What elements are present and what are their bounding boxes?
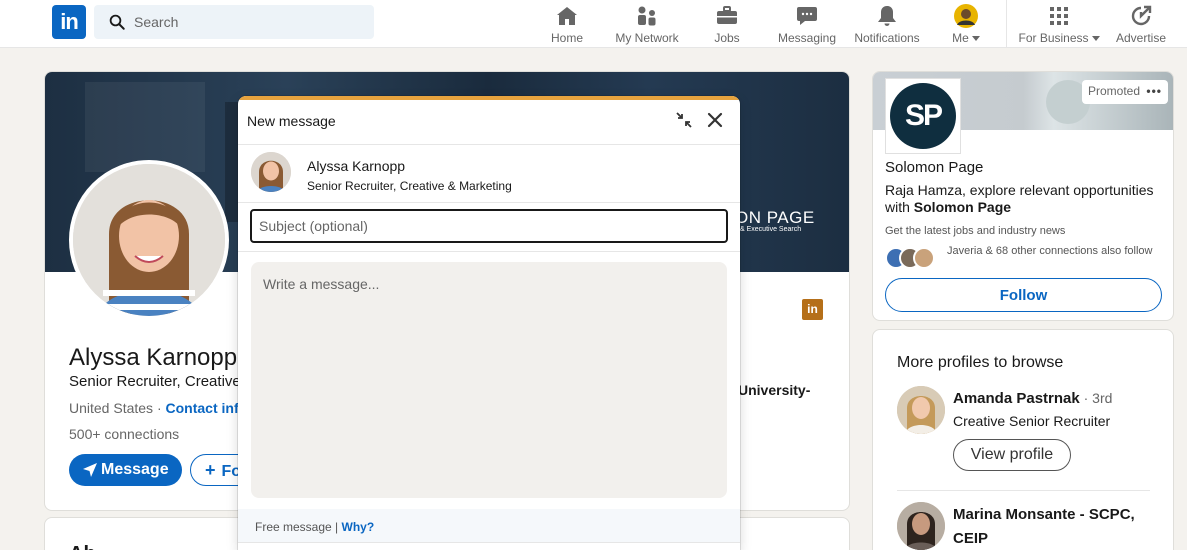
nav-home-label: Home (550, 31, 583, 45)
close-icon[interactable] (705, 110, 725, 130)
subject-input[interactable] (250, 209, 728, 243)
recipient-headline: Senior Recruiter, Creative & Marketing (307, 179, 512, 193)
profile-name: Alyssa Karnopp (69, 344, 238, 371)
briefcase-icon (717, 6, 737, 24)
recipient-name: Alyssa Karnopp (307, 158, 406, 174)
nav-for-business[interactable]: For Business (1017, 0, 1101, 47)
message-body-input[interactable] (251, 262, 727, 498)
avatar[interactable] (897, 386, 945, 434)
bell-icon (878, 6, 896, 26)
divider (238, 144, 740, 145)
minimize-icon[interactable] (674, 110, 694, 130)
profile-photo-image (73, 164, 225, 316)
nav-for-business-text: For Business (1018, 31, 1089, 45)
nav-home[interactable]: Home (547, 0, 587, 47)
chevron-down-icon (971, 36, 980, 42)
why-link[interactable]: Why? (342, 520, 375, 534)
company-name[interactable]: Solomon Page (885, 159, 983, 176)
more-profiles-title: More profiles to browse (897, 354, 1064, 371)
location-text: United States · (69, 400, 162, 416)
banner-company-text: ON PAGE (735, 208, 815, 227)
network-icon (638, 6, 656, 26)
company-logo[interactable]: SP (885, 78, 961, 154)
nav-messaging[interactable]: Messaging (775, 0, 839, 47)
plus-icon: + (205, 459, 216, 480)
follow-company-button[interactable]: Follow (885, 278, 1162, 312)
about-section-title: Ab (69, 543, 96, 550)
company-logo-mark: SP (890, 83, 956, 149)
modal-accent-bar (238, 96, 740, 100)
promoted-label: Promoted (1088, 84, 1141, 98)
education-logo[interactable]: in (802, 299, 823, 320)
nav-messaging-label: Messaging (777, 31, 837, 45)
nav-jobs-label: Jobs (714, 31, 740, 45)
free-message-label: Free message | (255, 520, 339, 534)
chat-icon (797, 7, 817, 25)
modal-footer: Free message | Why? (238, 509, 740, 542)
suggestion-name-text: Amanda Pastrnak (953, 390, 1080, 407)
top-navigation-bar: in Home My Network Jobs Messaging Notifi… (0, 0, 1187, 48)
nav-my-network-label: My Network (615, 31, 679, 45)
avatar (913, 247, 935, 269)
education-text[interactable]: University- (738, 382, 810, 398)
nav-me[interactable]: Me (946, 0, 986, 47)
nav-me-label: Me (946, 31, 986, 45)
avatar-icon (954, 4, 978, 28)
nav-me-text: Me (952, 31, 969, 45)
search-input[interactable] (134, 5, 364, 39)
nav-advertise-label: Advertise (1115, 31, 1167, 45)
nav-jobs[interactable]: Jobs (707, 0, 747, 47)
recipient-avatar[interactable] (251, 152, 291, 192)
promoted-badge[interactable]: Promoted ••• (1082, 80, 1168, 104)
connection-avatars (885, 247, 941, 271)
linkedin-logo[interactable]: in (52, 5, 86, 39)
more-options-icon: ••• (1146, 84, 1162, 98)
more-profiles-card: More profiles to browse Amanda Pastrnak … (872, 329, 1174, 550)
chevron-down-icon (1091, 36, 1100, 42)
search-box[interactable] (94, 5, 374, 39)
avatar[interactable] (897, 502, 945, 550)
contact-info-link[interactable]: Contact info (166, 400, 248, 416)
divider (238, 202, 740, 203)
message-button[interactable]: Message (69, 454, 182, 486)
promoted-pitch: Raja Hamza, explore relevant opportuniti… (885, 182, 1165, 216)
divider (897, 490, 1150, 491)
profile-suggestion-name[interactable]: Marina Monsante - SCPC, (953, 506, 1135, 523)
avatar-image (897, 502, 945, 550)
connections-count[interactable]: 500+ connections (69, 426, 179, 442)
banner-tagline: & Executive Search (740, 226, 802, 233)
grid-icon (1050, 7, 1068, 25)
pitch-company: Solomon Page (913, 199, 1012, 215)
promoted-card: Promoted ••• SP Solomon Page Raja Hamza,… (872, 71, 1174, 321)
connection-degree: · 3rd (1079, 390, 1113, 406)
search-icon (109, 14, 125, 30)
banner-decoration (85, 82, 205, 172)
profile-location: United States · Contact info (69, 400, 247, 416)
avatar-image (897, 386, 945, 434)
nav-for-business-label: For Business (1017, 31, 1101, 45)
profile-photo[interactable] (69, 160, 229, 320)
avatar-image (251, 152, 291, 192)
promoted-info: Get the latest jobs and industry news (885, 225, 1066, 237)
footer-text: Free message | Why? (255, 520, 374, 534)
new-message-dialog: New message Alyssa Karnopp Senior Recrui… (238, 96, 740, 550)
divider (238, 251, 740, 252)
profile-suggestion-headline: Creative Senior Recruiter (953, 413, 1111, 429)
view-profile-button[interactable]: View profile (953, 439, 1071, 471)
modal-title: New message (247, 113, 336, 129)
profile-headline: Senior Recruiter, Creative (69, 373, 241, 390)
nav-advertise[interactable]: Advertise (1112, 0, 1170, 47)
nav-divider (1006, 0, 1007, 47)
nav-notifications-label: Notifications (854, 31, 920, 45)
advertise-icon (1131, 5, 1152, 26)
message-button-label: Message (101, 461, 169, 478)
profile-suggestion-name-line2[interactable]: CEIP (953, 530, 988, 547)
profile-suggestion-name[interactable]: Amanda Pastrnak · 3rd (953, 390, 1112, 407)
connections-follow-text: Javeria & 68 other connections also foll… (947, 245, 1153, 257)
divider (238, 542, 740, 543)
send-icon (83, 463, 97, 477)
home-icon (557, 7, 577, 25)
nav-my-network[interactable]: My Network (611, 0, 683, 47)
nav-notifications[interactable]: Notifications (850, 0, 924, 47)
